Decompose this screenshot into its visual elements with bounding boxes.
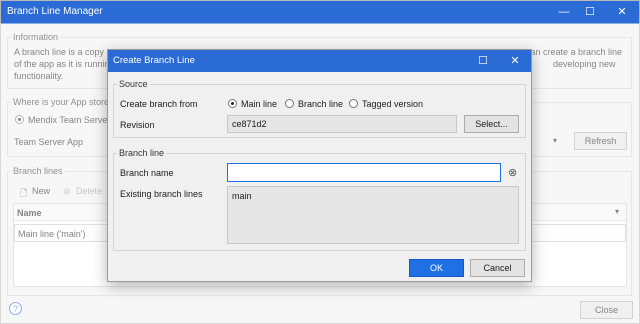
create-from-label: Create branch from xyxy=(120,99,198,109)
branch-line-radio[interactable] xyxy=(285,99,294,108)
existing-branches-list: main xyxy=(227,186,519,244)
tagged-version-radio[interactable] xyxy=(349,99,358,108)
revision-label: Revision xyxy=(120,120,155,130)
list-item: main xyxy=(232,191,252,201)
branch-line-legend: Branch line xyxy=(117,148,167,158)
dialog-title-bar: Create Branch Line ☐ ✕ xyxy=(108,50,531,72)
branch-name-label: Branch name xyxy=(120,168,174,178)
dialog-close-button[interactable]: ✕ xyxy=(500,50,530,72)
ok-button[interactable]: OK xyxy=(409,259,464,277)
branch-line-radio-label: Branch line xyxy=(298,99,344,109)
maximize-button[interactable]: ☐ xyxy=(575,1,605,24)
select-revision-button[interactable]: Select... xyxy=(464,115,519,133)
main-window-title: Branch Line Manager xyxy=(7,6,103,17)
main-line-radio-label: Main line xyxy=(241,99,278,109)
clear-icon[interactable]: ⊗ xyxy=(508,166,517,179)
close-window-button[interactable]: ✕ xyxy=(607,1,637,24)
revision-value: ce871d2 xyxy=(232,119,267,129)
main-line-radio[interactable] xyxy=(228,99,237,108)
create-branch-line-dialog: Create Branch Line ☐ ✕ Source Create bra… xyxy=(107,49,532,282)
dialog-maximize-button[interactable]: ☐ xyxy=(468,50,498,72)
branch-name-input[interactable] xyxy=(227,163,501,182)
tagged-version-radio-label: Tagged version xyxy=(362,99,424,109)
existing-branches-label: Existing branch lines xyxy=(120,189,203,199)
revision-field: ce871d2 xyxy=(227,115,457,133)
main-title-bar: Branch Line Manager — ☐ ✕ xyxy=(1,1,639,24)
dialog-title: Create Branch Line xyxy=(113,55,195,66)
source-legend: Source xyxy=(117,79,150,89)
cancel-button[interactable]: Cancel xyxy=(470,259,525,277)
